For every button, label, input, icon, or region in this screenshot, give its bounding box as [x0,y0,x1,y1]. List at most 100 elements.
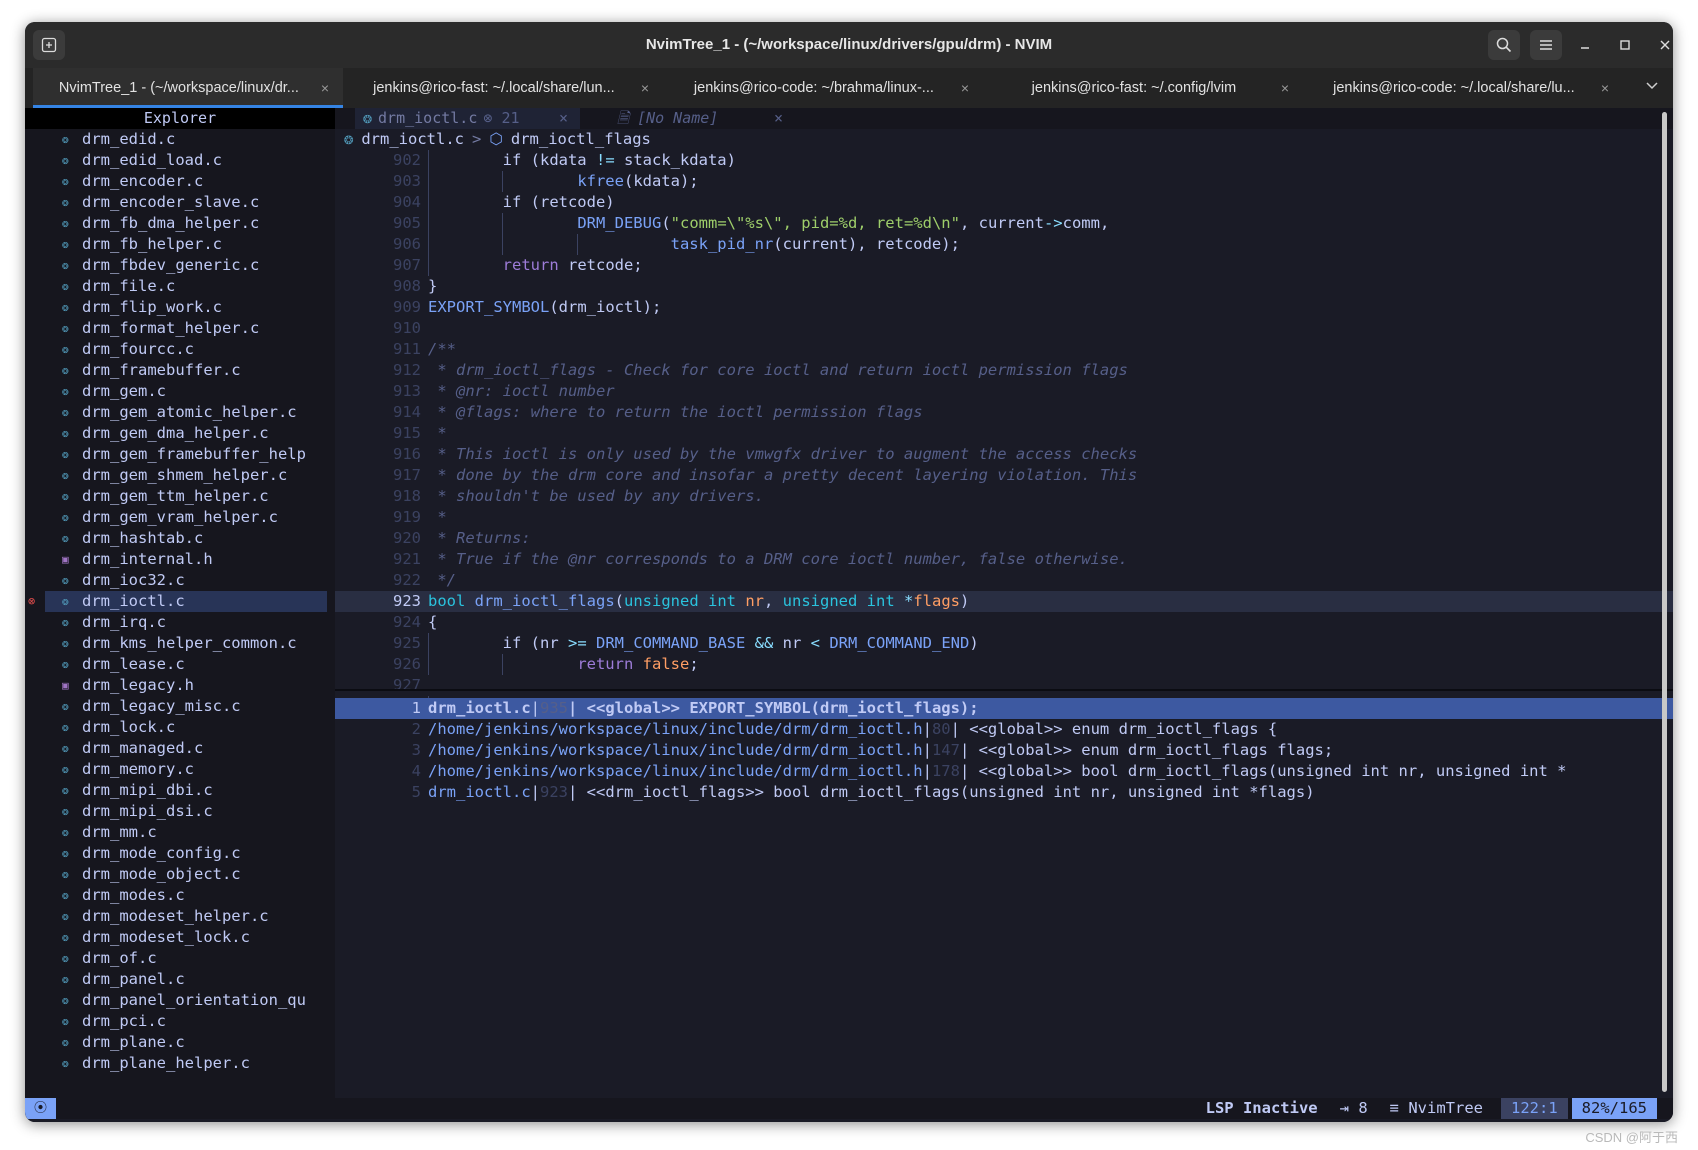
maximize-button[interactable] [1609,30,1641,60]
code-line[interactable]: 922 */ [335,570,1673,591]
search-button[interactable] [1488,30,1520,60]
code-line[interactable]: 917 * done by the drm core and insofar a… [335,465,1673,486]
tree-item[interactable]: ❂ drm_file.c [25,276,335,297]
terminal-content[interactable]: Explorer ❂ drm_edid.c ❂ drm_edid_load.c ❂ drm… [25,108,1673,1122]
breadcrumb-symbol[interactable]: drm_ioctl_flags [511,130,651,148]
buffer-tab-drm-ioctl[interactable]: ❂ drm_ioctl.c ⊗ 21 × [355,108,580,129]
scrollbar[interactable] [1662,112,1667,1092]
tree-item[interactable]: ❂ drm_kms_helper_common.c [25,633,335,654]
tree-item[interactable]: ❂ drm_plane.c [25,1032,335,1053]
buffer-close-icon[interactable]: × [559,108,568,129]
quickfix-item[interactable]: 2/home/jenkins/workspace/linux/include/d… [335,719,1673,740]
tree-item[interactable]: ❂ drm_gem_shmem_helper.c [25,465,335,486]
breadcrumb-file[interactable]: drm_ioctl.c [361,130,464,148]
tree-item[interactable]: ❂ drm_gem_framebuffer_help [25,444,335,465]
code-line[interactable]: 920 * Returns: [335,528,1673,549]
tree-item[interactable]: ❂ drm_edid.c [25,129,335,150]
code-line[interactable]: 914 * @flags: where to return the ioctl … [335,402,1673,423]
tree-item[interactable]: ❂ drm_modeset_lock.c [25,927,335,948]
terminal-tab-3[interactable]: jenkins@rico-code: ~/brahma/linux-... × [663,68,983,108]
tree-item[interactable]: ❂ drm_panel_orientation_qu [25,990,335,1011]
tree-item[interactable]: ❂ drm_of.c [25,948,335,969]
code-line[interactable]: 912 * drm_ioctl_flags - Check for core i… [335,360,1673,381]
code-line[interactable]: 902 if (kdata != stack_kdata) [335,150,1673,171]
code-line[interactable]: 925 if (nr >= DRM_COMMAND_BASE && nr < D… [335,633,1673,654]
tree-item[interactable]: ❂ drm_fbdev_generic.c [25,255,335,276]
code-line[interactable]: 916 * This ioctl is only used by the vmw… [335,444,1673,465]
code-line[interactable]: 915 * [335,423,1673,444]
window-split-divider[interactable] [335,689,1673,691]
tree-item[interactable]: ❂ drm_mipi_dbi.c [25,780,335,801]
code-line[interactable]: 904 if (retcode) [335,192,1673,213]
tab-close-icon[interactable]: × [321,80,329,96]
tree-item[interactable]: ❂ drm_gem.c [25,381,335,402]
tree-item[interactable]: ❂ drm_fb_dma_helper.c [25,213,335,234]
code-line[interactable]: 909 EXPORT_SYMBOL(drm_ioctl); [335,297,1673,318]
code-view[interactable]: 902 if (kdata != stack_kdata) 903 kfree(k… [335,150,1673,717]
tree-item[interactable]: ❂ drm_fourcc.c [25,339,335,360]
tree-item[interactable]: ❂ drm_gem_vram_helper.c [25,507,335,528]
code-line[interactable]: 927 [335,675,1673,696]
tree-item[interactable]: ❂ drm_lease.c [25,654,335,675]
terminal-tab-1[interactable]: NvimTree_1 - (~/workspace/linux/dr... × [33,68,343,108]
tab-close-icon[interactable]: × [641,80,649,96]
quickfix-item[interactable]: 4/home/jenkins/workspace/linux/include/d… [335,761,1673,782]
tree-item[interactable]: ❂ drm_modeset_helper.c [25,906,335,927]
code-line[interactable]: 924 { [335,612,1673,633]
terminal-tab-2[interactable]: jenkins@rico-fast: ~/.local/share/lun...… [343,68,663,108]
tree-item[interactable]: ❂ drm_memory.c [25,759,335,780]
tab-close-icon[interactable]: × [1601,80,1609,96]
tree-item[interactable]: ❂ drm_gem_ttm_helper.c [25,486,335,507]
tree-item[interactable]: ❂ drm_managed.c [25,738,335,759]
tree-item[interactable]: ❂ drm_ioc32.c [25,570,335,591]
code-line[interactable]: 921 * True if the @nr corresponds to a D… [335,549,1673,570]
tree-item[interactable]: ❂ drm_mode_config.c [25,843,335,864]
tree-item[interactable]: ❂ drm_mipi_dsi.c [25,801,335,822]
tree-item[interactable]: ❂ drm_gem_atomic_helper.c [25,402,335,423]
tree-item[interactable]: ⊗ ❂ drm_ioctl.c [25,591,335,612]
code-line[interactable]: 908} [335,276,1673,297]
code-line[interactable]: 905 DRM_DEBUG("comm=\"%s\", pid=%d, ret=… [335,213,1673,234]
tree-item[interactable]: ❂ drm_encoder_slave.c [25,192,335,213]
buffer-tab-no-name[interactable]: 🗎 [No Name] × [605,108,795,129]
tree-item[interactable]: ▣ drm_internal.h [25,549,335,570]
code-line[interactable]: 923 bool drm_ioctl_flags(unsigned int nr,… [335,591,1673,612]
close-window-button[interactable] [1649,30,1673,60]
tree-item[interactable]: ❂ drm_fb_helper.c [25,234,335,255]
quickfix-item[interactable]: 3/home/jenkins/workspace/linux/include/d… [335,740,1673,761]
code-line[interactable]: 910 [335,318,1673,339]
quickfix-item[interactable]: 5 drm_ioctl.c|923| <<drm_ioctl_flags>> bo… [335,782,1673,803]
code-line[interactable]: 911 /** [335,339,1673,360]
tree-item[interactable]: ❂ drm_panel.c [25,969,335,990]
tree-item[interactable]: ❂ drm_mm.c [25,822,335,843]
menu-button[interactable] [1530,30,1562,60]
code-line[interactable]: 903 kfree(kdata); [335,171,1673,192]
tab-overflow-button[interactable] [1645,78,1659,97]
quickfix-list[interactable]: 1 drm_ioctl.c|935| <<global>> EXPORT_SYMB… [335,698,1673,803]
tree-item[interactable]: ❂ drm_lock.c [25,717,335,738]
code-line[interactable]: 919 * [335,507,1673,528]
tree-item[interactable]: ❂ drm_irq.c [25,612,335,633]
tab-close-icon[interactable]: × [961,80,969,96]
tree-item[interactable]: ❂ drm_gem_dma_helper.c [25,423,335,444]
code-line[interactable]: 906 task_pid_nr(current), retcode); [335,234,1673,255]
tree-item[interactable]: ❂ drm_mode_object.c [25,864,335,885]
tree-item[interactable]: ❂ drm_framebuffer.c [25,360,335,381]
tree-item[interactable]: ❂ drm_format_helper.c [25,318,335,339]
code-line[interactable]: 926 return false; [335,654,1673,675]
editor-pane[interactable]: ❂ drm_ioctl.c ⊗ 21 × 🗎 [No Name] × ❂ drm_ioctl… [335,108,1673,1098]
tree-item[interactable]: ❂ drm_modes.c [25,885,335,906]
tree-item[interactable]: ❂ drm_flip_work.c [25,297,335,318]
tree-item[interactable]: ❂ drm_edid_load.c [25,150,335,171]
tree-item[interactable]: ❂ drm_pci.c [25,1011,335,1032]
buffer-close-icon[interactable]: × [774,108,783,129]
terminal-tab-5[interactable]: jenkins@rico-code: ~/.local/share/lu... … [1303,68,1623,108]
tree-item[interactable]: ▣ drm_legacy.h [25,675,335,696]
tab-close-icon[interactable]: × [1281,80,1289,96]
minimize-button[interactable] [1569,30,1601,60]
terminal-tab-4[interactable]: jenkins@rico-fast: ~/.config/lvim × [983,68,1303,108]
tree-item[interactable]: ❂ drm_hashtab.c [25,528,335,549]
code-line[interactable]: 918 * shouldn't be used by any drivers. [335,486,1673,507]
tree-item[interactable]: ❂ drm_encoder.c [25,171,335,192]
tree-item[interactable]: ❂ drm_legacy_misc.c [25,696,335,717]
